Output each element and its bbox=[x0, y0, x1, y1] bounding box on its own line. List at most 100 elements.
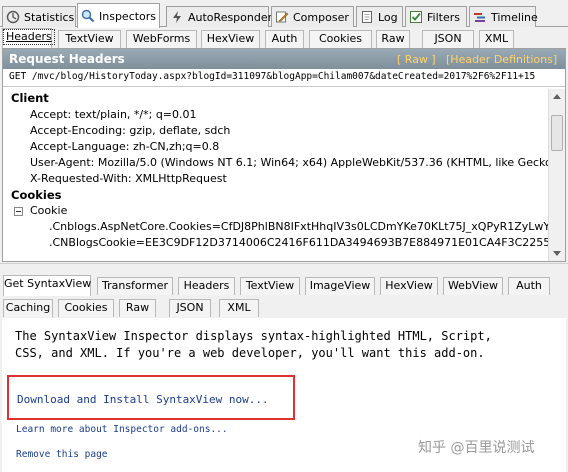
syntaxview-description: The SyntaxView Inspector displays syntax… bbox=[15, 328, 555, 362]
timeline-icon bbox=[474, 13, 485, 22]
description-line: The SyntaxView Inspector displays syntax… bbox=[15, 329, 492, 343]
response-inspector-tabs-row1: Get SyntaxView Transformer Headers TextV… bbox=[0, 275, 568, 296]
lightning-icon bbox=[173, 11, 181, 23]
tab-autoresponder[interactable]: AutoResponder bbox=[166, 6, 273, 27]
tab-label: Raw bbox=[381, 32, 405, 45]
tab-label: Inspectors bbox=[99, 9, 157, 23]
tab-request-raw[interactable]: Raw bbox=[376, 30, 410, 48]
tab-request-auth[interactable]: Auth bbox=[265, 30, 304, 48]
header-x-requested-with[interactable]: X-Requested-With: XMLHttpRequest bbox=[30, 172, 227, 185]
tab-response-textview[interactable]: TextView bbox=[240, 277, 300, 295]
tab-request-hexview[interactable]: HexView bbox=[201, 30, 260, 48]
tab-log[interactable]: Log bbox=[356, 6, 403, 27]
panel-title: Request Headers bbox=[9, 52, 125, 66]
tab-label: AutoResponder bbox=[188, 10, 273, 24]
tab-response-json[interactable]: JSON bbox=[169, 299, 211, 317]
section-cookies[interactable]: Cookies bbox=[11, 188, 61, 202]
tab-label: JSON bbox=[176, 301, 204, 314]
header-accept[interactable]: Accept: text/plain, */*; q=0.01 bbox=[30, 108, 197, 121]
header-accept-language[interactable]: Accept-Language: zh-CN,zh;q=0.8 bbox=[30, 140, 219, 153]
statistics-icon bbox=[6, 10, 20, 24]
tab-response-auth[interactable]: Auth bbox=[508, 277, 550, 295]
headers-vertical-scrollbar[interactable] bbox=[548, 89, 565, 261]
tab-label: Timeline bbox=[491, 10, 538, 24]
header-definitions-link[interactable]: [Header Definitions] bbox=[446, 53, 557, 66]
tab-caching[interactable]: Caching bbox=[3, 299, 53, 317]
tab-composer[interactable]: Composer bbox=[271, 6, 354, 27]
watermark: 知乎 @百里说测试 bbox=[418, 440, 535, 456]
tab-label: TextView bbox=[65, 32, 114, 45]
tab-label: Raw bbox=[125, 301, 150, 314]
download-syntaxview-link[interactable]: Download and Install SyntaxView now... bbox=[17, 393, 269, 406]
download-highlight-box: Download and Install SyntaxView now... bbox=[7, 375, 295, 420]
scroll-up-icon[interactable] bbox=[553, 94, 561, 99]
tab-get-syntaxview[interactable]: Get SyntaxView bbox=[3, 275, 91, 296]
tab-inspectors[interactable]: Inspectors bbox=[77, 3, 160, 28]
tab-label: Get SyntaxView bbox=[4, 277, 92, 290]
tab-response-cookies[interactable]: Cookies bbox=[58, 299, 114, 317]
tab-statistics[interactable]: Statistics bbox=[2, 6, 76, 27]
tab-request-xml[interactable]: XML bbox=[479, 30, 514, 48]
tab-label: Statistics bbox=[24, 10, 75, 24]
tab-timeline[interactable]: Timeline bbox=[469, 6, 538, 27]
tab-label: Transformer bbox=[101, 279, 168, 292]
cookie-value[interactable]: .CNBlogsCookie=EE3C9DF12D3714006C2416F61… bbox=[49, 236, 548, 249]
tab-request-cookies[interactable]: Cookies bbox=[309, 30, 372, 48]
tab-label: Log bbox=[378, 10, 398, 24]
tab-label: Headers bbox=[183, 279, 230, 292]
request-headers-panel: Request Headers [ Raw ] [Header Definiti… bbox=[2, 48, 566, 262]
remove-page-link[interactable]: Remove this page bbox=[16, 449, 108, 460]
magnifier-icon bbox=[81, 9, 95, 23]
tab-label: WebView bbox=[447, 279, 499, 292]
cookie-value[interactable]: .Cnblogs.AspNetCore.Cookies=CfDJ8PhlBN8I… bbox=[49, 220, 548, 233]
request-line[interactable]: GET /mvc/blog/HistoryToday.aspx?blogId=3… bbox=[3, 69, 565, 87]
tab-label: Auth bbox=[271, 32, 298, 45]
tab-label: XML bbox=[484, 32, 509, 45]
tab-response-xml[interactable]: XML bbox=[219, 299, 259, 317]
inspector-top-tabbar: Statistics Inspectors AutoResponder Comp… bbox=[0, 0, 568, 28]
request-headers-titlebar: Request Headers [ Raw ] [Header Definiti… bbox=[3, 49, 565, 69]
tab-label: WebForms bbox=[132, 32, 191, 45]
scroll-thumb[interactable] bbox=[551, 115, 563, 151]
section-client[interactable]: Client bbox=[11, 91, 49, 105]
tab-imageview[interactable]: ImageView bbox=[305, 277, 375, 295]
tab-label: XML bbox=[227, 301, 251, 314]
tab-label: Caching bbox=[5, 301, 51, 314]
cookie-node[interactable]: Cookie bbox=[30, 204, 67, 217]
document-icon bbox=[362, 11, 372, 23]
tab-label: ImageView bbox=[309, 279, 371, 292]
raw-link[interactable]: [ Raw ] bbox=[397, 53, 436, 66]
description-line: CSS, and XML. If you're a web developer,… bbox=[15, 346, 485, 360]
checkbox-checked-icon bbox=[410, 11, 422, 23]
response-inspector-tabs-row2: Caching Cookies Raw JSON XML bbox=[0, 297, 568, 318]
tab-label: JSON bbox=[434, 32, 462, 45]
tab-request-webforms[interactable]: WebForms bbox=[126, 30, 197, 48]
tab-request-json[interactable]: JSON bbox=[422, 30, 474, 48]
pencil-icon bbox=[276, 11, 289, 23]
tab-transformer[interactable]: Transformer bbox=[97, 277, 173, 295]
request-inspector-tabs: Headers TextView WebForms HexView Auth C… bbox=[0, 28, 568, 49]
tab-response-headers[interactable]: Headers bbox=[178, 277, 235, 295]
tab-filters[interactable]: Filters bbox=[405, 6, 467, 27]
header-user-agent[interactable]: User-Agent: Mozilla/5.0 (Windows NT 6.1;… bbox=[30, 156, 548, 169]
tab-response-raw[interactable]: Raw bbox=[119, 299, 156, 317]
tab-label: HexView bbox=[206, 32, 255, 45]
tab-label: Filters bbox=[427, 10, 460, 24]
tab-request-textview[interactable]: TextView bbox=[58, 30, 121, 48]
collapse-toggle-icon[interactable] bbox=[14, 207, 23, 216]
tab-label: Headers bbox=[6, 30, 52, 43]
tab-response-hexview[interactable]: HexView bbox=[380, 277, 438, 295]
tab-label: Cookies bbox=[318, 32, 363, 45]
tab-webview[interactable]: WebView bbox=[443, 277, 503, 295]
header-accept-encoding[interactable]: Accept-Encoding: gzip, deflate, sdch bbox=[30, 124, 230, 137]
learn-more-link[interactable]: Learn more about Inspector add-ons... bbox=[16, 424, 228, 435]
tab-label: TextView bbox=[245, 279, 295, 292]
tab-label: HexView bbox=[385, 279, 433, 292]
headers-tree: Client Accept: text/plain, */*; q=0.01 A… bbox=[3, 89, 548, 261]
scroll-down-icon[interactable] bbox=[553, 251, 561, 256]
tab-request-headers[interactable]: Headers bbox=[2, 28, 55, 49]
tab-label: Composer bbox=[293, 10, 349, 24]
panel-splitter[interactable] bbox=[0, 263, 568, 268]
tab-label: Cookies bbox=[64, 301, 108, 314]
tab-label: Auth bbox=[516, 279, 542, 292]
